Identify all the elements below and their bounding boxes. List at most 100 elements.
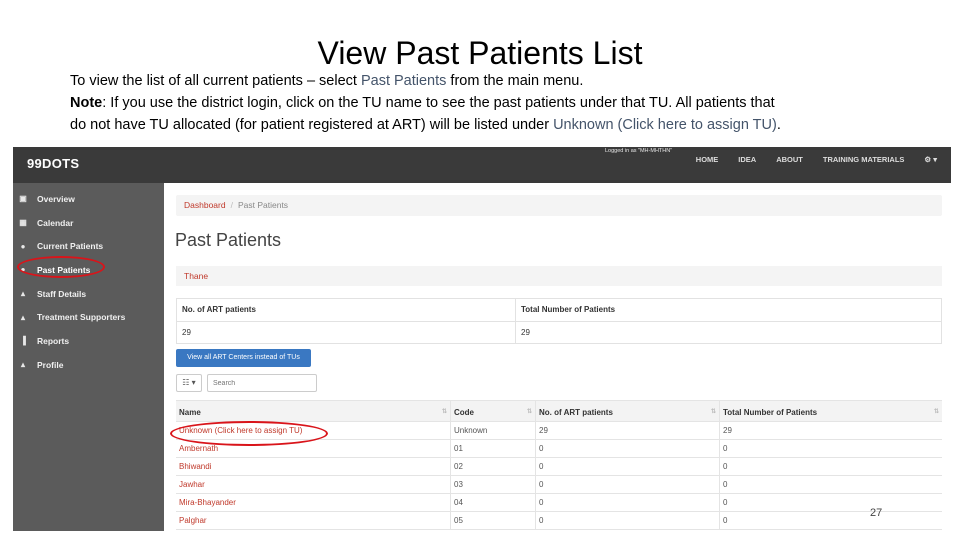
- sidebar-item-label: Current Patients: [37, 241, 104, 252]
- sidebar: ▣ Overview ▦ Calendar ● Current Patients ● P…: [13, 183, 164, 531]
- nav-about[interactable]: ABOUT: [776, 155, 803, 165]
- columns-toggle-button[interactable]: ☷ ▾: [176, 374, 202, 392]
- sort-icon: ⇅: [710, 409, 716, 415]
- breadcrumb: Dashboard / Past Patients: [176, 195, 942, 216]
- note-label: Note: [70, 95, 103, 111]
- sidebar-item-reports[interactable]: ▐ Reports: [13, 329, 164, 353]
- sidebar-item-treatment-supporters[interactable]: ▴ Treatment Supporters: [13, 305, 164, 329]
- tu-code: 01: [451, 440, 536, 457]
- total-patient-count: 0: [723, 480, 728, 489]
- breadcrumb-dashboard-link[interactable]: Dashboard: [184, 200, 226, 210]
- summary-header-total: Total Number of Patients: [516, 299, 942, 322]
- sidebar-item-label: Profile: [37, 359, 64, 370]
- calendar-icon: ▦: [19, 218, 27, 228]
- bar-chart-icon: ▐: [20, 336, 26, 346]
- tu-name-link[interactable]: Palghar: [179, 516, 207, 525]
- summary-header-art: No. of ART patients: [177, 299, 516, 322]
- breadcrumb-current: Past Patients: [237, 200, 289, 210]
- header-label: Total Number of Patients: [723, 408, 818, 417]
- sidebar-item-label: Overview: [37, 193, 75, 204]
- sidebar-item-label: Treatment Supporters: [37, 312, 126, 323]
- sort-icon: ⇅: [441, 409, 447, 415]
- nav-idea[interactable]: IDEA: [738, 155, 756, 165]
- table-row: Bhiwandi 02 0 0: [176, 458, 942, 476]
- nav-training-materials[interactable]: TRAINING MATERIALS: [823, 155, 905, 165]
- total-patient-count: 0: [723, 444, 728, 453]
- column-header-total-patients[interactable]: Total Number of Patients ⇅: [720, 401, 942, 421]
- profile-icon: ▴: [20, 360, 25, 370]
- total-patient-count: 0: [723, 498, 728, 507]
- settings-dropdown[interactable]: ⚙ ▾: [924, 155, 937, 165]
- supporter-icon: ▴: [20, 312, 25, 322]
- app-logo[interactable]: 99DOTS: [27, 156, 79, 171]
- dashboard-icon: ▣: [19, 194, 27, 204]
- sidebar-item-overview[interactable]: ▣ Overview: [13, 187, 164, 211]
- summary-value-total: 29: [521, 328, 530, 337]
- sort-icon: ⇅: [526, 409, 532, 415]
- art-patient-count: 0: [536, 494, 720, 511]
- search-input[interactable]: [207, 374, 317, 392]
- table-row: Mira-Bhayander 04 0 0: [176, 494, 942, 512]
- text-fragment: do not have TU allocated (for patient re…: [70, 117, 554, 133]
- district-name: Thane: [176, 266, 942, 286]
- tu-name-link[interactable]: Bhiwandi: [179, 462, 211, 471]
- top-nav-menu: HOME IDEA ABOUT TRAINING MATERIALS ⚙ ▾: [676, 155, 937, 165]
- table-row: Jawhar 03 0 0: [176, 476, 942, 494]
- sidebar-item-label: Reports: [37, 335, 70, 346]
- art-patient-count: 0: [536, 476, 720, 493]
- instruction-line-2: Note: If you use the district login, cli…: [70, 92, 910, 114]
- main-content: Dashboard / Past Patients Past Patients Th…: [164, 183, 951, 531]
- tu-name-link[interactable]: Mira-Bhayander: [179, 498, 236, 507]
- tu-code: 03: [451, 476, 536, 493]
- total-patient-count: 29: [723, 426, 732, 435]
- staff-icon: ▴: [20, 289, 25, 299]
- column-header-art-patients[interactable]: No. of ART patients ⇅: [536, 401, 720, 421]
- sidebar-item-profile[interactable]: ▴ Profile: [13, 353, 164, 377]
- sidebar-item-current-patients[interactable]: ● Current Patients: [13, 234, 164, 258]
- sidebar-item-label: Staff Details: [37, 288, 87, 299]
- sidebar-item-calendar[interactable]: ▦ Calendar: [13, 211, 164, 235]
- slide-instructions: To view the list of all current patients…: [70, 70, 910, 136]
- sidebar-item-label: Calendar: [37, 217, 74, 228]
- tu-code: 04: [451, 494, 536, 511]
- total-patient-count: 0: [723, 516, 728, 525]
- view-art-centers-button[interactable]: View all ART Centers instead of TUs: [176, 349, 311, 367]
- summary-table: No. of ART patients Total Number of Pati…: [176, 298, 942, 344]
- header-label: Name: [179, 408, 201, 417]
- summary-value-art: 29: [177, 322, 516, 344]
- art-patient-count: 0: [536, 458, 720, 475]
- tu-code: 02: [451, 458, 536, 475]
- text-fragment: : If you use the district login, click o…: [102, 95, 775, 111]
- instruction-line-1: To view the list of all current patients…: [70, 70, 910, 92]
- tu-name-link[interactable]: Jawhar: [179, 480, 205, 489]
- slide-title: View Past Patients List: [317, 35, 643, 71]
- text-fragment: .: [776, 117, 781, 133]
- tu-table: Name ⇅ Code ⇅ No. of ART patients ⇅ Total N…: [176, 400, 942, 530]
- page-number: 27: [870, 507, 883, 519]
- header-label: Code: [454, 408, 474, 417]
- tu-code: 05: [451, 512, 536, 529]
- users-icon: ●: [20, 241, 26, 251]
- header-label: No. of ART patients: [539, 408, 613, 417]
- column-header-code[interactable]: Code ⇅: [451, 401, 536, 421]
- breadcrumb-separator: /: [230, 200, 233, 210]
- page-title: Past Patients: [175, 230, 282, 250]
- logged-in-status: Logged in as "MH-MHTHN": [605, 148, 673, 154]
- top-navbar: 99DOTS Logged in as "MH-MHTHN" HOME IDEA…: [13, 147, 951, 183]
- past-patients-highlight-oval: [17, 256, 105, 278]
- nav-home[interactable]: HOME: [696, 155, 719, 165]
- unknown-tu-highlight-oval: [170, 421, 328, 446]
- column-header-name[interactable]: Name ⇅: [176, 401, 451, 421]
- tu-name-link[interactable]: Ambernath: [179, 444, 218, 453]
- app-screenshot: 99DOTS Logged in as "MH-MHTHN" HOME IDEA…: [13, 147, 951, 531]
- sidebar-item-staff-details[interactable]: ▴ Staff Details: [13, 282, 164, 306]
- tu-code: Unknown: [451, 422, 536, 439]
- art-patient-count: 0: [536, 512, 720, 529]
- art-patient-count: 0: [536, 440, 720, 457]
- unknown-tu-highlight: Unknown (Click here to assign TU): [553, 117, 777, 133]
- table-row: Palghar 05 0 0: [176, 512, 942, 530]
- total-patient-count: 0: [723, 462, 728, 471]
- text-fragment: from the main menu.: [446, 73, 584, 89]
- past-patients-highlight: Past Patients: [360, 73, 447, 89]
- instruction-line-3: do not have TU allocated (for patient re…: [70, 114, 910, 136]
